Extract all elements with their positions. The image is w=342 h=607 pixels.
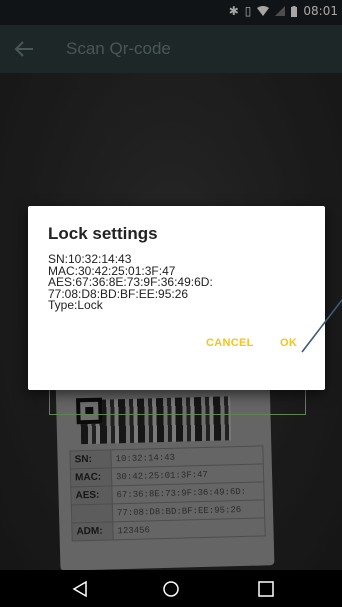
dialog-line: Type:Lock <box>48 298 103 312</box>
navigation-bar <box>0 570 342 607</box>
ok-button[interactable]: OK <box>278 333 299 353</box>
nav-recents-icon[interactable] <box>256 579 276 599</box>
dialog-body: SN:10:32:14:43 MAC:30:42:25:01:3F:47 AES… <box>48 253 213 312</box>
nav-back-icon[interactable] <box>70 579 90 599</box>
nav-home-icon[interactable] <box>161 579 181 599</box>
lock-settings-dialog: Lock settings SN:10:32:14:43 MAC:30:42:2… <box>28 206 325 390</box>
dialog-title: Lock settings <box>48 224 158 243</box>
cancel-button[interactable]: CANCEL <box>204 333 256 353</box>
